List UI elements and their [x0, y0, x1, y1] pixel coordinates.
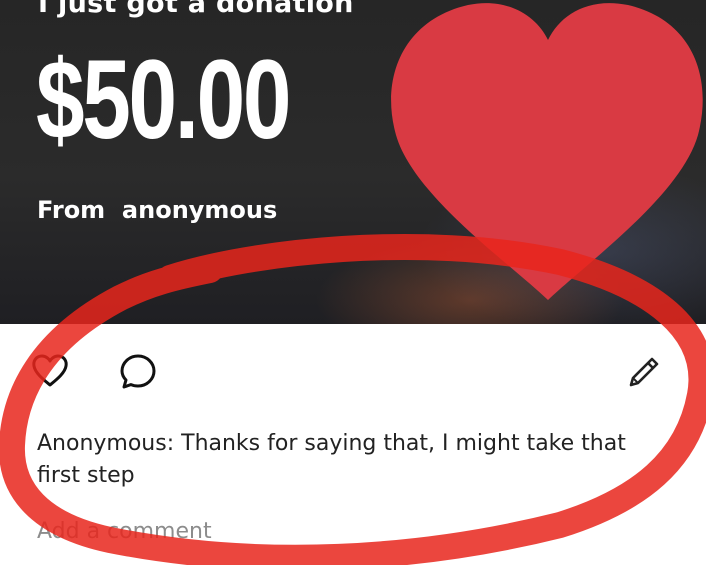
comment-item: Anonymous: Thanks for saying that, I mig… — [37, 428, 657, 492]
comment-separator: : — [166, 431, 182, 456]
donation-amount: $50.00 — [36, 37, 291, 162]
like-button[interactable] — [30, 352, 70, 392]
comment-author: Anonymous — [37, 431, 167, 456]
red-heart-icon — [391, 3, 703, 300]
donation-banner: I just got a donation $50.00 From anonym… — [0, 0, 706, 324]
donor-name: anonymous — [121, 196, 278, 224]
heart-outline-icon — [32, 354, 68, 387]
comment-button[interactable] — [118, 352, 158, 392]
donation-headline: I just got a donation — [38, 0, 354, 19]
donation-from: From anonymous — [37, 196, 277, 224]
post-actions-bar — [0, 324, 706, 414]
edit-button[interactable] — [624, 352, 664, 392]
from-prefix: From — [37, 196, 106, 224]
add-comment-input[interactable] — [37, 515, 437, 547]
speech-bubble-icon — [120, 354, 156, 389]
pencil-icon — [629, 357, 659, 387]
